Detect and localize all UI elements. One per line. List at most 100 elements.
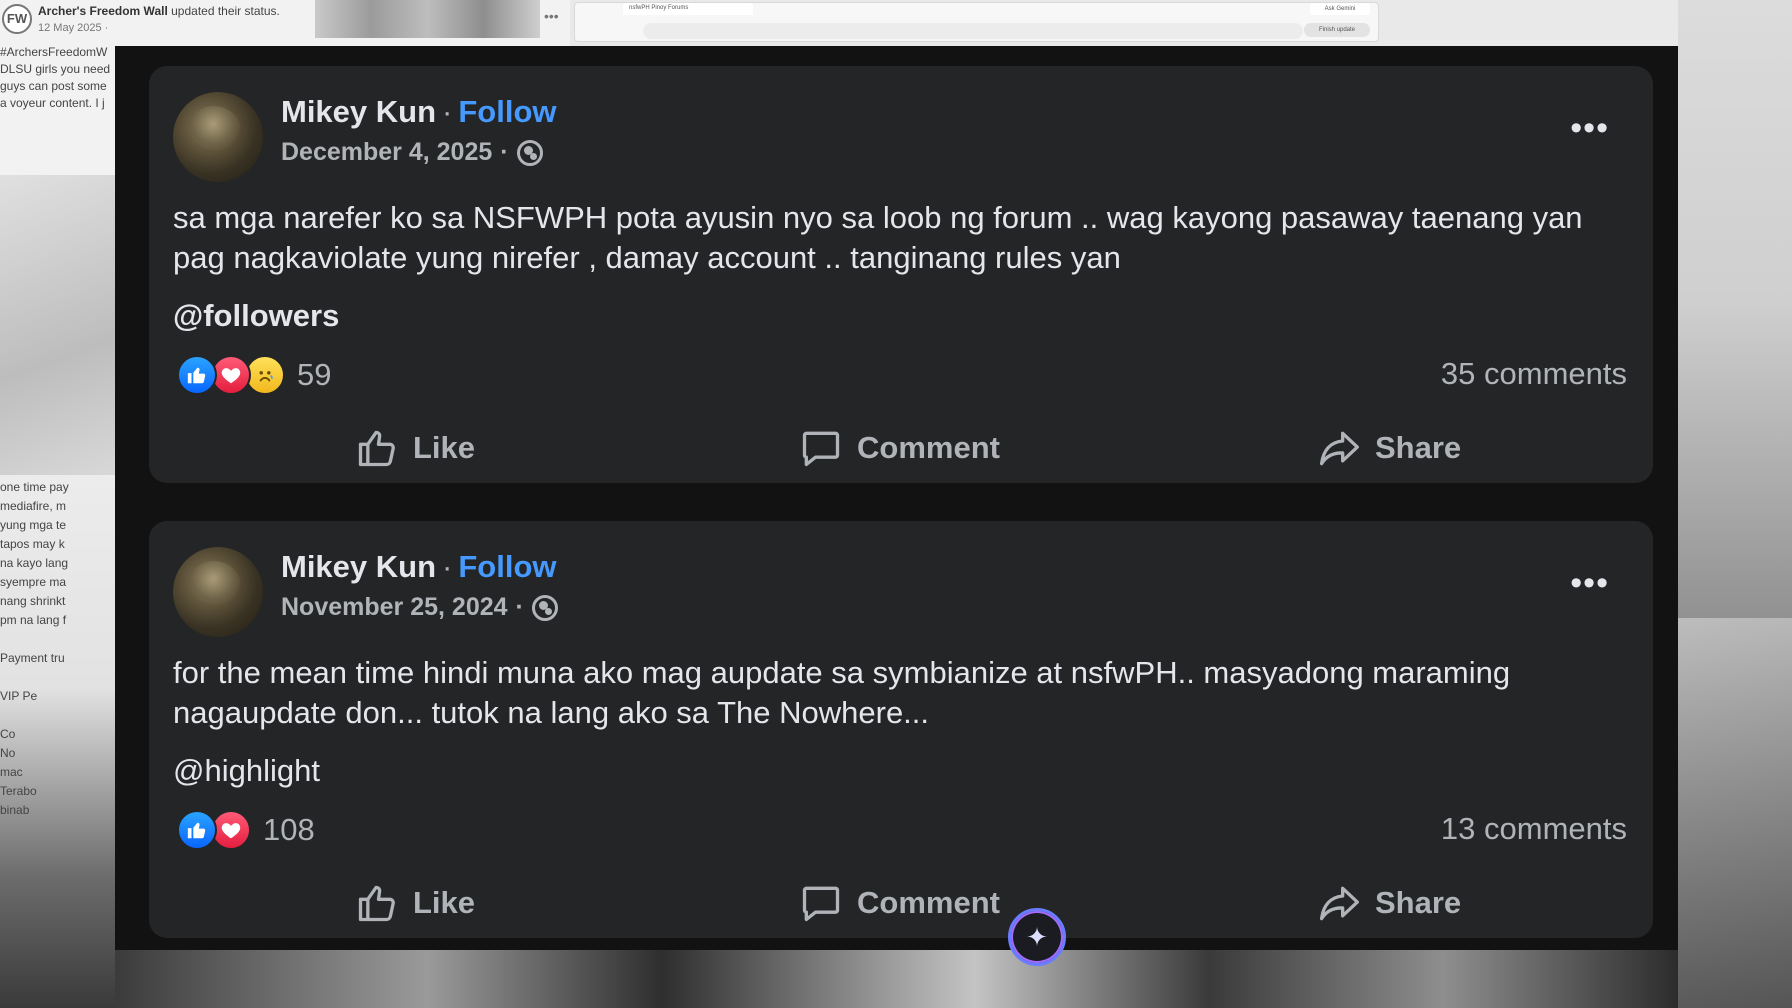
follow-button[interactable]: Follow (458, 549, 556, 584)
comment-label: Comment (857, 885, 1000, 920)
comments-count-link[interactable]: 13 comments (1441, 811, 1627, 847)
background-text-line: Co (0, 727, 16, 741)
comment-bubble-icon (802, 431, 840, 467)
background-post-author: Archer's Freedom Wall updated their stat… (38, 4, 280, 18)
background-text-line: yung mga te (0, 518, 67, 532)
like-button[interactable]: Like (355, 418, 475, 478)
background-post-date: 12 May 2025 · (38, 22, 109, 34)
separator-dot: · (442, 549, 453, 584)
author-avatar[interactable] (173, 547, 263, 637)
like-reaction-icon (177, 355, 217, 395)
comment-bubble-icon (802, 886, 840, 922)
post-mention[interactable]: @highlight (173, 753, 320, 789)
comments-count-link[interactable]: 35 comments (1441, 356, 1627, 392)
background-text-line: a voyeur content. I j (0, 96, 105, 110)
thumbs-up-icon (358, 430, 395, 467)
like-label: Like (413, 430, 476, 465)
background-text-line: syempre ma (0, 575, 67, 589)
post-card: Mikey Kun · Follow December 4, 2025 · ••• … (149, 66, 1653, 483)
share-label: Share (1375, 885, 1462, 920)
love-reaction-icon (211, 810, 251, 850)
post-header: Mikey Kun · Follow (281, 549, 557, 585)
background-photo-strip-bottom (115, 950, 1678, 1008)
share-button[interactable]: Share (1317, 873, 1461, 933)
like-button[interactable]: Like (355, 873, 475, 933)
post-actions: Like Comment Share (149, 873, 1653, 933)
separator-dot: · (500, 138, 509, 166)
comment-button[interactable]: Comment (799, 418, 1000, 478)
sparkle-icon: ✦ (1026, 921, 1048, 952)
background-post-status: updated their status. (171, 4, 280, 18)
love-reaction-icon (211, 355, 251, 395)
background-text-line: #ArchersFreedomW (0, 45, 108, 59)
like-reaction-icon (177, 810, 217, 850)
background-post-header: FW Archer's Freedom Wall updated their s… (2, 2, 312, 46)
background-text-line (0, 706, 114, 725)
assistant-button[interactable]: ✦ (1008, 908, 1066, 966)
reactions-summary[interactable]: 108 (177, 809, 315, 851)
sad-reaction-icon (245, 355, 285, 395)
globe-icon (516, 139, 543, 166)
background-text-line: DLSU girls you need (0, 62, 111, 76)
background-text-line: guys can post some (0, 79, 107, 93)
background-text-line: Terabo (0, 784, 37, 798)
background-text-line: mediafire, m (0, 499, 67, 513)
post-text: sa mga narefer ko sa NSFWPH pota ayusin … (173, 200, 1583, 275)
background-text-line: nang shrinkt (0, 594, 66, 608)
background-text-line: mac (0, 765, 23, 779)
background-text-line: one time pay (0, 480, 69, 494)
separator-dot: · (515, 593, 524, 621)
post-header: Mikey Kun · Follow (281, 94, 557, 130)
author-name[interactable]: Mikey Kun (281, 94, 436, 129)
background-post-text: #ArchersFreedomW DLSU girls you need guy… (0, 44, 114, 112)
share-arrow-icon (1319, 886, 1359, 921)
background-photo-left (0, 175, 115, 475)
comment-label: Comment (857, 430, 1000, 465)
background-text-line: Payment tru (0, 651, 65, 665)
background-text-line: VIP Pe (0, 689, 38, 703)
globe-icon (531, 594, 558, 621)
share-arrow-icon (1319, 431, 1359, 466)
follow-button[interactable]: Follow (458, 94, 556, 129)
background-text-line: binab (0, 803, 30, 817)
post-card: Mikey Kun · Follow November 25, 2024 · •••… (149, 521, 1653, 938)
reaction-count: 108 (263, 812, 315, 847)
author-avatar[interactable] (173, 92, 263, 182)
background-more-icon: ••• (544, 8, 559, 24)
thumbs-up-icon (358, 885, 395, 922)
post-text: for the mean time hindi muna ako mag aup… (173, 655, 1511, 730)
background-update-button: Finish update (1304, 23, 1370, 37)
background-photo-right-lower (1678, 618, 1792, 1008)
background-browser-tab: nsfwPH Pinoy Forums (623, 3, 753, 15)
post-actions: Like Comment Share (149, 418, 1653, 478)
post-mention[interactable]: @followers (173, 298, 339, 334)
background-text-line (0, 668, 114, 687)
reaction-count: 59 (297, 357, 332, 392)
background-post-text-lower: one time pay mediafire, m yung mga te ta… (0, 478, 114, 820)
comment-button[interactable]: Comment (799, 873, 1000, 933)
reactions-summary[interactable]: 59 (177, 354, 331, 396)
background-text-line: tapos may k (0, 537, 65, 551)
background-address-bar (643, 23, 1303, 39)
background-avatar: FW (2, 4, 32, 34)
background-text-line: No (0, 746, 16, 760)
background-text-line (0, 630, 114, 649)
post-date[interactable]: December 4, 2025 (281, 138, 492, 167)
background-text-line: pm na lang f (0, 613, 67, 627)
share-button[interactable]: Share (1317, 418, 1461, 478)
background-pixelated-image (315, 0, 540, 38)
post-meta: November 25, 2024 · (281, 593, 558, 622)
author-name[interactable]: Mikey Kun (281, 549, 436, 584)
like-label: Like (413, 885, 476, 920)
more-horizontal-icon[interactable]: ••• (1570, 111, 1609, 145)
share-label: Share (1375, 430, 1462, 465)
post-meta: December 4, 2025 · (281, 138, 543, 167)
post-date[interactable]: November 25, 2024 (281, 593, 508, 622)
posts-panel: Mikey Kun · Follow December 4, 2025 · ••• … (115, 46, 1678, 950)
more-horizontal-icon[interactable]: ••• (1570, 566, 1609, 600)
background-gemini-button: Ask Gemini (1310, 3, 1370, 15)
background-text-line: na kayo lang (0, 556, 69, 570)
background-post-name: Archer's Freedom Wall (38, 4, 168, 18)
separator-dot: · (442, 94, 453, 129)
background-browser-window: nsfwPH Pinoy Forums Ask Gemini Finish up… (574, 2, 1379, 42)
